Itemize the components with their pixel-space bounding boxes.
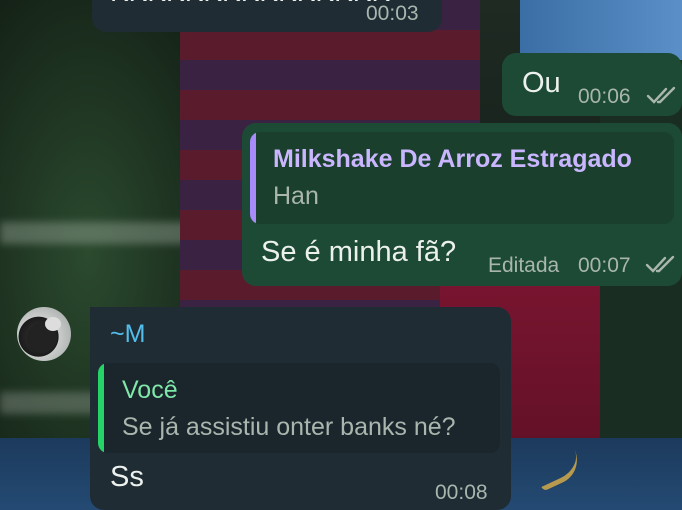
double-check-icon <box>646 86 676 104</box>
avatar-figure-head <box>45 317 61 331</box>
message-bubble-incoming[interactable]: ~M Você Se já assistiu onter banks né? S… <box>90 307 511 510</box>
message-text: KKKKKKKKKKKKKKK <box>110 0 390 8</box>
message-text: Ou <box>522 67 561 99</box>
wallpaper-stadium-lights <box>520 0 682 60</box>
message-text: Se é minha fã? <box>261 236 457 268</box>
message-time: 00:06 <box>578 85 631 108</box>
quote-text: Han <box>273 182 319 210</box>
message-time: 00:07 <box>578 254 631 277</box>
message-time: 00:03 <box>366 2 419 25</box>
quote-bar <box>98 363 104 453</box>
message-bubble-outgoing[interactable]: Ou 00:06 <box>502 53 682 116</box>
quote-author: Você <box>122 376 178 404</box>
avatar[interactable] <box>17 307 71 361</box>
message-bubble-incoming[interactable]: KKKKKKKKKKKKKKK 00:03 <box>92 0 442 32</box>
quote-bar <box>250 132 256 224</box>
message-edited-label: Editada <box>488 254 560 277</box>
sender-name: ~M <box>110 320 146 348</box>
double-check-icon <box>645 255 675 273</box>
quoted-message[interactable]: Milkshake De Arroz Estragado Han <box>250 132 674 224</box>
wallpaper-field-line <box>0 222 190 244</box>
message-bubble-outgoing[interactable]: Milkshake De Arroz Estragado Han Se é mi… <box>242 123 682 286</box>
message-time: 00:08 <box>435 481 488 504</box>
quote-author: Milkshake De Arroz Estragado <box>273 145 632 173</box>
quote-text: Se já assistiu onter banks né? <box>122 413 456 441</box>
message-text: Ss <box>110 461 144 493</box>
quoted-message[interactable]: Você Se já assistiu onter banks né? <box>98 363 500 453</box>
